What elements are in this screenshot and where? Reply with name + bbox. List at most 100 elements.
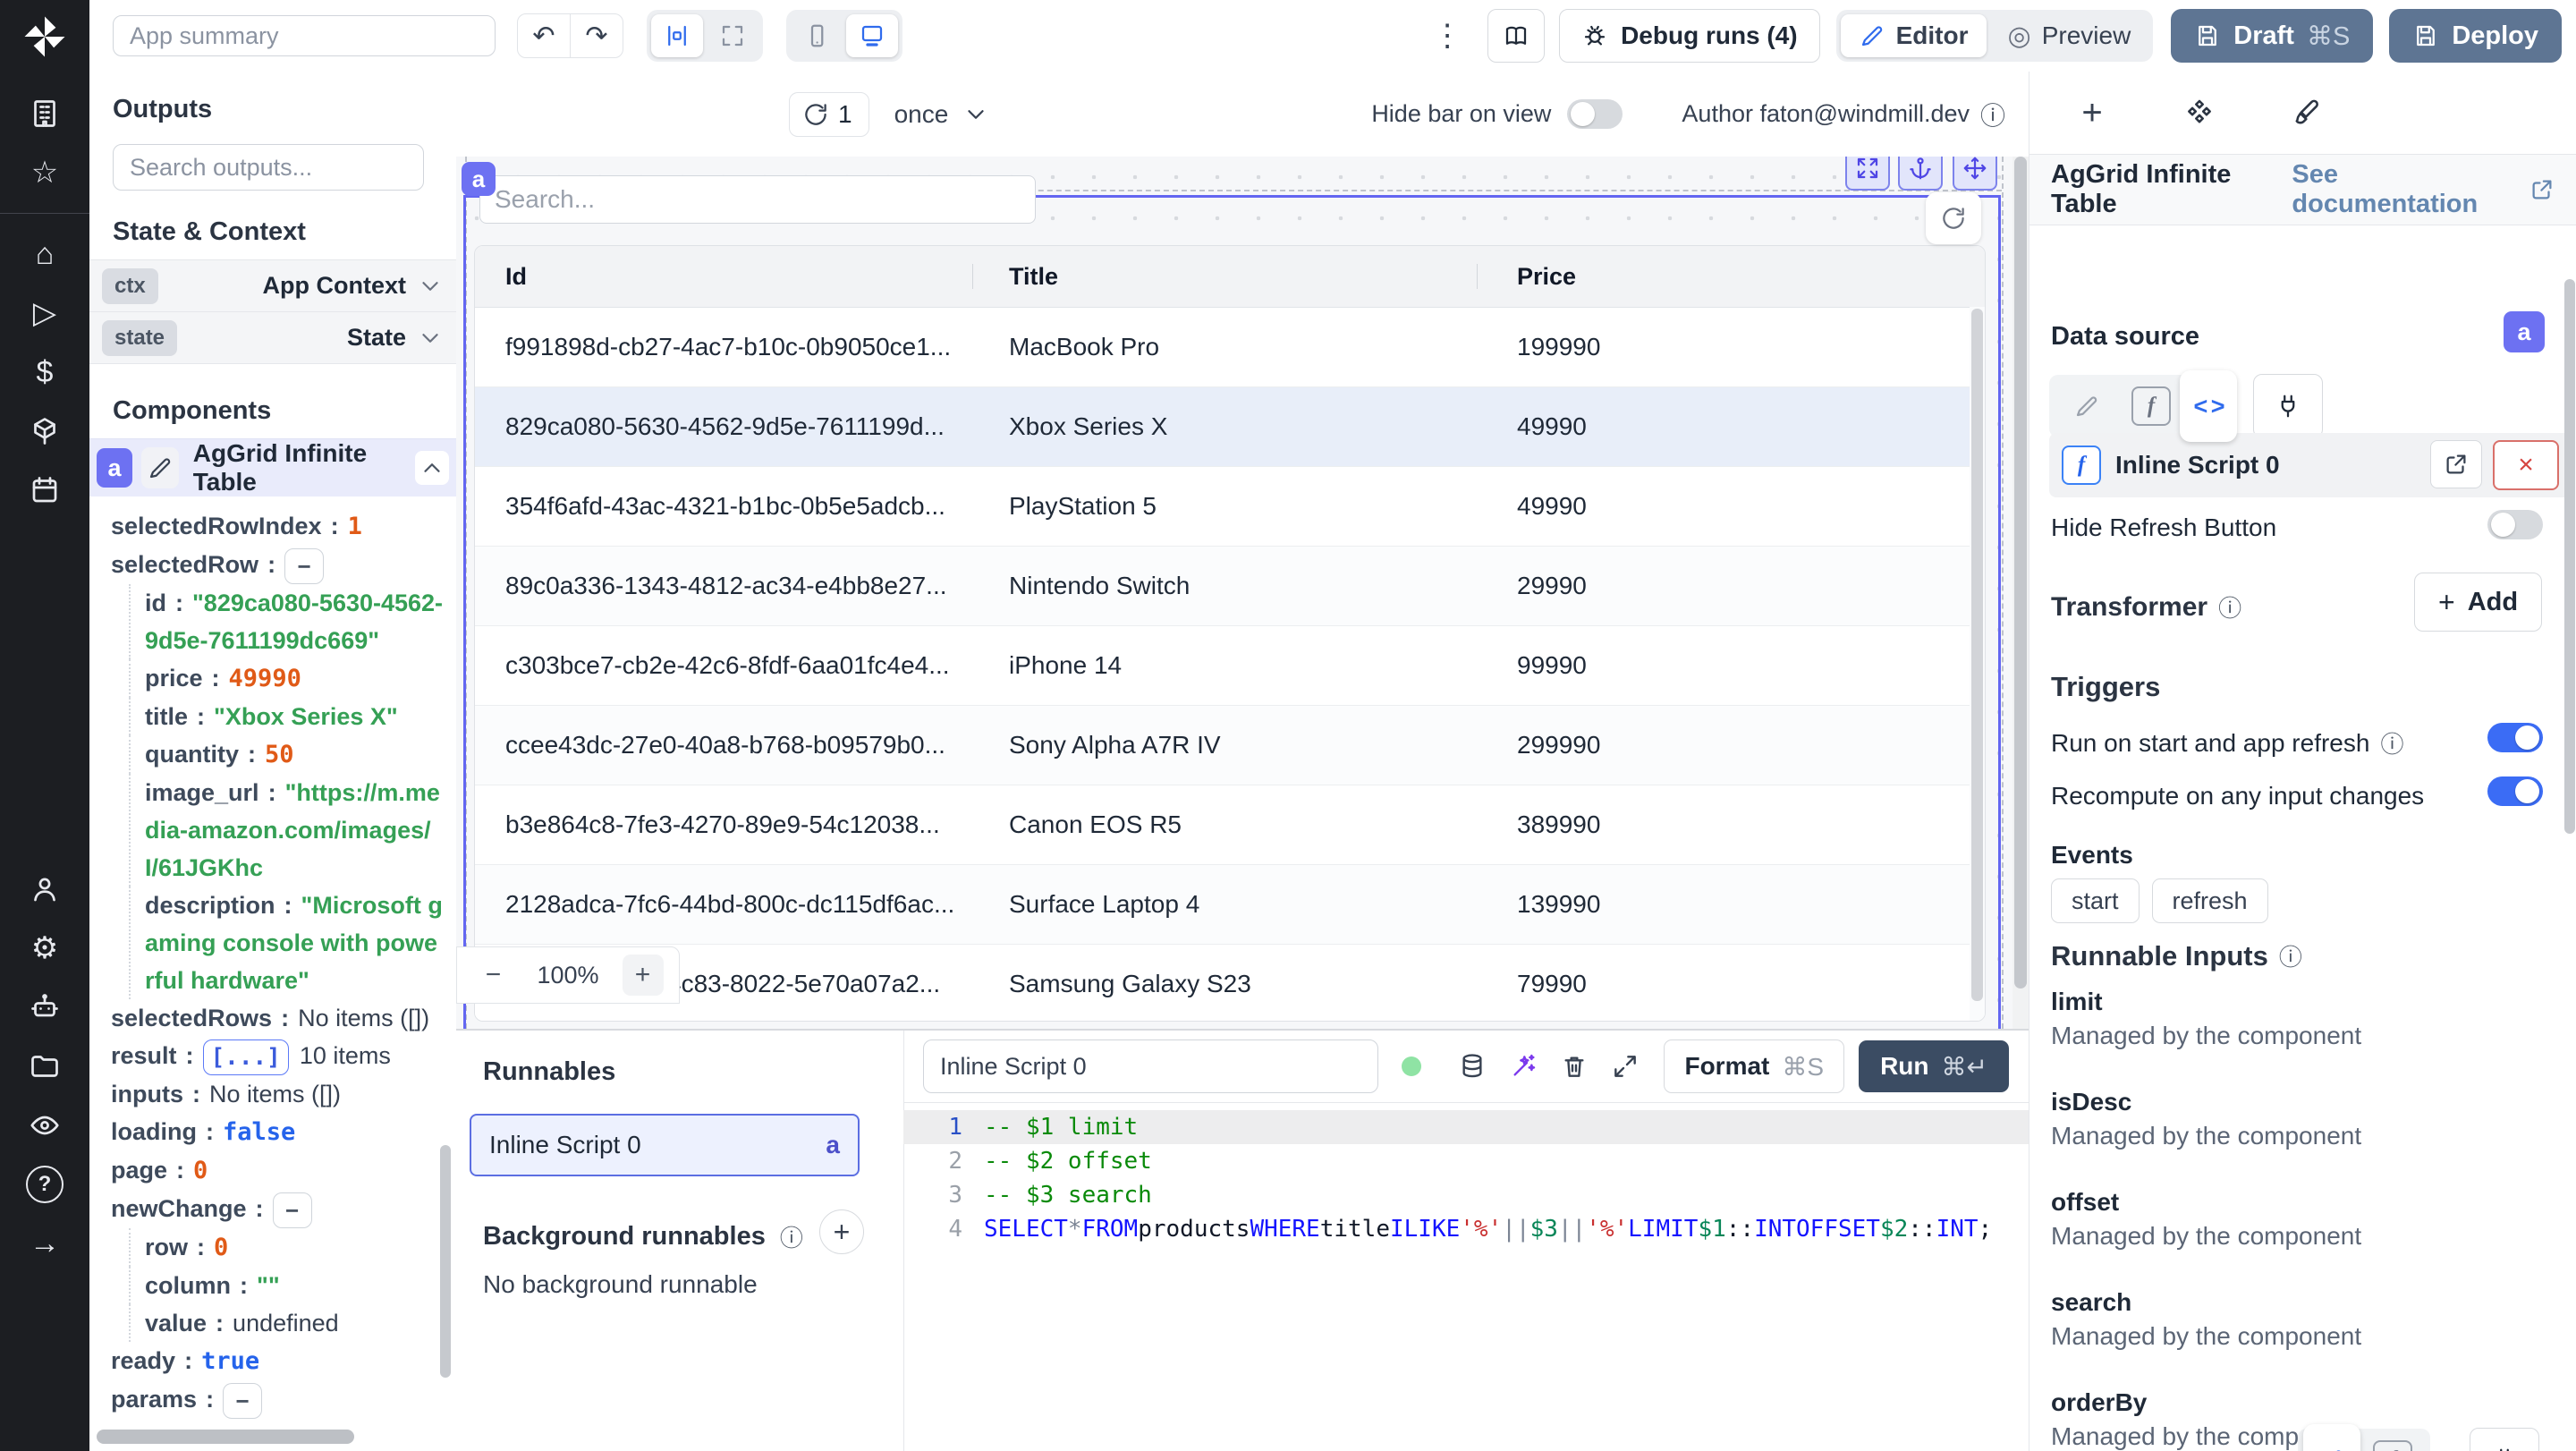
code-line[interactable]: 4 SELECT * FROM products WHERE title ILIK… bbox=[903, 1212, 2029, 1246]
hide-refresh-toggle[interactable] bbox=[2487, 510, 2543, 539]
inline-script-row[interactable]: f Inline Script 0 × bbox=[2049, 433, 2572, 497]
expand-editor-button[interactable] bbox=[1606, 1043, 1645, 1090]
variables-icon[interactable]: $ bbox=[0, 343, 89, 402]
ai-icon[interactable] bbox=[0, 978, 89, 1037]
output-tree-row[interactable]: selectedRow: − bbox=[111, 546, 456, 584]
settings-icon[interactable]: ⚙ bbox=[0, 919, 89, 978]
mobile-view-button[interactable] bbox=[791, 14, 843, 57]
schedules-icon[interactable] bbox=[0, 461, 89, 520]
table-row[interactable]: 354f6afd-43ac-4321-b1bc-0b5e5adcb... Play… bbox=[475, 467, 1985, 547]
interval-dropdown[interactable]: once bbox=[894, 100, 990, 129]
desktop-view-button[interactable] bbox=[846, 14, 898, 57]
workspace-icon[interactable] bbox=[0, 84, 89, 143]
output-tree-row[interactable]: column: "" bbox=[129, 1266, 456, 1304]
event-chip-start[interactable]: start bbox=[2051, 878, 2140, 923]
more-menu-button[interactable]: ⋮ bbox=[1432, 18, 1462, 54]
runnable-item-inline-script-0[interactable]: Inline Script 0 a bbox=[470, 1114, 860, 1176]
connect-mode-button[interactable] bbox=[2253, 374, 2323, 438]
tab-styling[interactable] bbox=[2253, 72, 2360, 154]
table-row[interactable]: 829ca080-5630-4562-9d5e-7611199d... Xbox … bbox=[475, 387, 1985, 467]
windmill-logo[interactable] bbox=[21, 13, 69, 61]
add-background-runnable-button[interactable]: + bbox=[819, 1209, 864, 1254]
audit-icon[interactable] bbox=[0, 1096, 89, 1155]
zoom-in-button[interactable]: + bbox=[622, 955, 664, 996]
format-button[interactable]: Format ⌘S bbox=[1664, 1039, 1845, 1093]
script-name-input[interactable]: Inline Script 0 bbox=[923, 1039, 1378, 1093]
collapse-button[interactable]: − bbox=[272, 1192, 312, 1228]
tab-preview[interactable]: ◎ Preview bbox=[1990, 14, 2149, 57]
database-button[interactable] bbox=[1453, 1043, 1492, 1090]
run-button[interactable]: Run ⌘↵ bbox=[1859, 1040, 2009, 1092]
favorites-icon[interactable]: ☆ bbox=[0, 143, 89, 202]
output-tree-row[interactable]: params: − bbox=[111, 1380, 456, 1419]
table-row[interactable]: ccee43dc-27e0-40a8-b768-b09579b0... Sony … bbox=[475, 706, 1985, 785]
output-tree-row[interactable]: row:0 bbox=[129, 1227, 456, 1267]
ai-assist-button[interactable] bbox=[1504, 1043, 1543, 1090]
anchor-component-button[interactable] bbox=[1898, 157, 1943, 191]
column-header-title[interactable]: Title bbox=[972, 246, 1477, 307]
code-line[interactable]: 1 -- $1 limit bbox=[903, 1110, 2029, 1144]
refresh-count-group[interactable]: 1 bbox=[789, 91, 869, 137]
output-tree-row[interactable]: result: [...] 10 items bbox=[111, 1037, 456, 1075]
output-tree-row[interactable]: value: undefined bbox=[129, 1303, 456, 1342]
users-icon[interactable] bbox=[0, 860, 89, 919]
open-script-button[interactable] bbox=[2430, 440, 2482, 488]
zoom-out-button[interactable]: − bbox=[472, 955, 513, 996]
table-row[interactable]: 4c83-8022-5e70a07a2... Samsung Galaxy S23… bbox=[475, 945, 1985, 1021]
column-header-id[interactable]: Id bbox=[475, 246, 972, 307]
folders-icon[interactable] bbox=[0, 1037, 89, 1096]
collapse-icon[interactable]: → bbox=[0, 1214, 89, 1273]
table-row[interactable]: f991898d-cb27-4ac7-b10c-0b9050ce1... MacB… bbox=[475, 308, 1985, 387]
event-chip-refresh[interactable]: refresh bbox=[2151, 878, 2268, 923]
output-tree-row[interactable]: ready: true bbox=[111, 1342, 456, 1380]
remove-script-button[interactable]: × bbox=[2493, 440, 2559, 490]
ctx-row[interactable]: ctx App Context bbox=[89, 259, 456, 312]
table-row[interactable]: c303bce7-cb2e-42c6-8fdf-6aa01fc4e4... iPh… bbox=[475, 626, 1985, 706]
collapse-button[interactable]: − bbox=[223, 1382, 263, 1419]
vertical-scrollbar[interactable] bbox=[440, 1145, 451, 1378]
table-row[interactable]: 89c0a336-1343-4812-ac34-e4bb8e27... Ninte… bbox=[475, 547, 1985, 626]
undo-button[interactable]: ↶ bbox=[518, 14, 570, 57]
output-tree-row[interactable]: price:49990 bbox=[129, 658, 456, 698]
component-refresh-button[interactable] bbox=[1926, 192, 1981, 244]
canvas-scrollbar[interactable] bbox=[2012, 157, 2029, 1029]
collapse-button[interactable]: − bbox=[284, 547, 325, 584]
output-tree-row[interactable]: page:0 bbox=[111, 1151, 456, 1190]
redo-button[interactable]: ↷ bbox=[571, 14, 623, 57]
resources-icon[interactable] bbox=[0, 402, 89, 461]
horizontal-scrollbar[interactable] bbox=[97, 1430, 354, 1444]
table-row[interactable]: b3e864c8-7fe3-4270-89e9-54c12038... Canon… bbox=[475, 785, 1985, 865]
table-scrollbar[interactable] bbox=[1970, 307, 1985, 1021]
draft-button[interactable]: Draft ⌘S bbox=[2171, 9, 2374, 63]
tab-editor[interactable]: Editor bbox=[1840, 14, 1987, 57]
table-row[interactable]: 2128adca-7fc6-44bd-800c-dc115df6ac... Sur… bbox=[475, 865, 1985, 945]
output-tree-row[interactable]: selectedRowIndex:1 bbox=[111, 507, 456, 546]
output-tree-row[interactable]: selectedRows: No items ([]) bbox=[111, 999, 456, 1037]
centered-layout-button[interactable] bbox=[651, 14, 703, 57]
component-header[interactable]: a AgGrid Infinite Table bbox=[89, 438, 456, 496]
app-summary-input[interactable]: App summary bbox=[113, 15, 496, 56]
code-line[interactable]: 3 -- $3 search bbox=[903, 1178, 2029, 1212]
output-tree-row[interactable]: newChange: − bbox=[111, 1190, 456, 1228]
home-icon[interactable]: ⌂ bbox=[0, 225, 89, 284]
search-outputs-input[interactable]: Search outputs... bbox=[113, 144, 424, 191]
output-tree-row[interactable]: description: "Microsoft gaming console wi… bbox=[129, 886, 456, 999]
help-icon[interactable]: ? bbox=[0, 1155, 89, 1214]
template-mode-button[interactable]: f bbox=[2360, 1432, 2425, 1451]
see-documentation-link[interactable]: See documentation bbox=[2292, 160, 2555, 219]
static-mode-button[interactable] bbox=[2055, 378, 2119, 434]
output-tree-row[interactable]: title: "Xbox Series X" bbox=[129, 697, 456, 735]
state-row[interactable]: state State bbox=[89, 312, 456, 364]
expand-result-button[interactable]: [...] bbox=[202, 1039, 289, 1075]
pencil-icon[interactable] bbox=[2318, 1447, 2345, 1451]
code-area[interactable]: 1 -- $1 limit 2 -- $2 offset 3 -- $3 search 4 S… bbox=[903, 1103, 2029, 1246]
docs-button[interactable] bbox=[1487, 9, 1546, 63]
connect-mode-button[interactable] bbox=[2470, 1428, 2539, 1451]
table-search-input[interactable]: Search... bbox=[479, 175, 1036, 224]
app-canvas[interactable]: a Search... Id Title Price f991898d-cb27-4… bbox=[456, 157, 2012, 1029]
run-on-start-toggle[interactable] bbox=[2487, 723, 2543, 752]
debug-runs-button[interactable]: Debug runs (4) bbox=[1559, 9, 1820, 63]
template-mode-button[interactable]: f bbox=[2119, 378, 2183, 434]
tab-component-settings[interactable] bbox=[2146, 72, 2253, 157]
recompute-toggle[interactable] bbox=[2487, 776, 2543, 806]
